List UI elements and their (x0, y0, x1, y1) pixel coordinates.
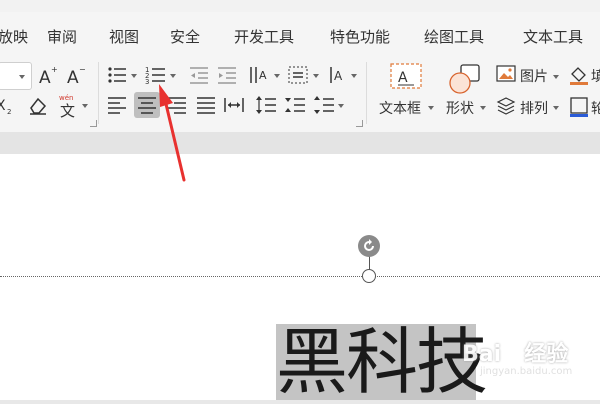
watermark-url: jingyan.baidu.com (480, 366, 573, 377)
fill-icon[interactable] (568, 64, 590, 86)
rotate-handle-icon[interactable] (358, 235, 380, 257)
text-direction-dropdown-icon[interactable] (274, 74, 280, 78)
picture-dropdown-icon[interactable] (553, 75, 559, 79)
spacing-dropdown-icon[interactable] (338, 104, 344, 108)
picture-icon[interactable] (496, 64, 516, 84)
svg-text:A: A (398, 70, 408, 86)
align-text-dropdown-icon[interactable] (313, 74, 319, 78)
svg-text:2: 2 (7, 108, 11, 116)
shape-icon[interactable] (447, 62, 483, 96)
svg-text:A: A (39, 68, 51, 86)
shape-label[interactable]: 形状 (446, 98, 474, 118)
tab-drawing-tools[interactable]: 绘图工具 (424, 26, 484, 47)
tab-review[interactable]: 审阅 (47, 26, 77, 47)
separator (366, 62, 367, 124)
svg-text:A: A (67, 68, 79, 86)
shape-dropdown-icon[interactable] (480, 106, 486, 110)
svg-text:−: − (79, 65, 86, 74)
svg-text:3: 3 (145, 78, 149, 86)
distribute-text-icon[interactable]: A (328, 64, 350, 86)
line-spacing-icon[interactable] (255, 94, 277, 116)
numbered-list-icon[interactable]: 123 (145, 64, 167, 86)
watermark-brand-cn: 经验 (524, 342, 569, 367)
svg-text:X: X (0, 98, 6, 114)
decrease-indent-icon[interactable] (188, 64, 210, 86)
align-left-icon[interactable] (106, 94, 128, 116)
picture-label[interactable]: 图片 (520, 66, 548, 86)
arrange-icon[interactable] (496, 96, 516, 116)
textbox-icon[interactable]: A (389, 62, 423, 94)
resize-handle[interactable] (362, 269, 376, 283)
selected-text[interactable]: 黑科技 (276, 322, 488, 402)
textbox-label[interactable]: 文本框 (379, 98, 421, 118)
distribute-dropdown-icon[interactable] (351, 74, 357, 78)
align-center-icon[interactable] (136, 94, 158, 116)
align-right-icon[interactable] (166, 94, 188, 116)
paragraph-spacing-icon[interactable] (284, 94, 306, 116)
paragraph-dialog-launcher-icon[interactable] (356, 120, 363, 127)
svg-text:wén: wén (59, 94, 73, 102)
outline-label[interactable]: 轮 (591, 98, 600, 118)
fill-label[interactable]: 填 (591, 66, 600, 86)
separator (98, 62, 99, 124)
font-dialog-launcher-icon[interactable] (90, 120, 97, 127)
align-text-icon[interactable] (287, 64, 309, 86)
bullet-dropdown-icon[interactable] (131, 74, 137, 78)
clear-format-icon[interactable] (26, 94, 50, 116)
watermark-brand: Bai (462, 342, 502, 367)
justify-icon[interactable] (195, 94, 217, 116)
font-size-dropdown-icon[interactable] (19, 75, 25, 79)
textbox-selection-border (0, 276, 600, 277)
tab-view[interactable]: 视图 (109, 26, 139, 47)
arrange-label[interactable]: 排列 (520, 98, 548, 118)
increase-indent-icon[interactable] (216, 64, 238, 86)
pinyin-guide-icon[interactable]: wén 文 (58, 92, 80, 118)
svg-text:A: A (259, 69, 267, 82)
pinyin-dropdown-icon[interactable] (82, 104, 88, 108)
tab-features[interactable]: 特色功能 (330, 26, 390, 47)
textbox-dropdown-icon[interactable] (428, 106, 434, 110)
spacing-options-icon[interactable] (313, 94, 335, 116)
tab-security[interactable]: 安全 (170, 26, 200, 47)
subscript-icon[interactable]: X2 (0, 94, 18, 116)
tab-text-tools[interactable]: 文本工具 (523, 26, 583, 47)
numbered-dropdown-icon[interactable] (170, 74, 176, 78)
tab-developer[interactable]: 开发工具 (234, 26, 294, 47)
tab-slideshow[interactable]: 放映 (0, 26, 28, 47)
svg-text:+: + (51, 65, 58, 74)
outline-icon[interactable] (568, 96, 590, 118)
distributed-align-icon[interactable] (223, 94, 245, 116)
watermark: Bai 经验 jingyan.baidu.com (462, 336, 572, 377)
text-direction-icon[interactable]: A (248, 64, 272, 86)
svg-text:A: A (334, 69, 343, 83)
arrange-dropdown-icon[interactable] (553, 106, 559, 110)
increase-font-icon[interactable]: A + (38, 64, 58, 86)
svg-text:文: 文 (60, 102, 75, 118)
bullet-list-icon[interactable] (106, 64, 128, 86)
font-size-field[interactable] (0, 62, 32, 90)
decrease-font-icon[interactable]: A − (66, 64, 86, 86)
workspace-band (0, 132, 600, 154)
